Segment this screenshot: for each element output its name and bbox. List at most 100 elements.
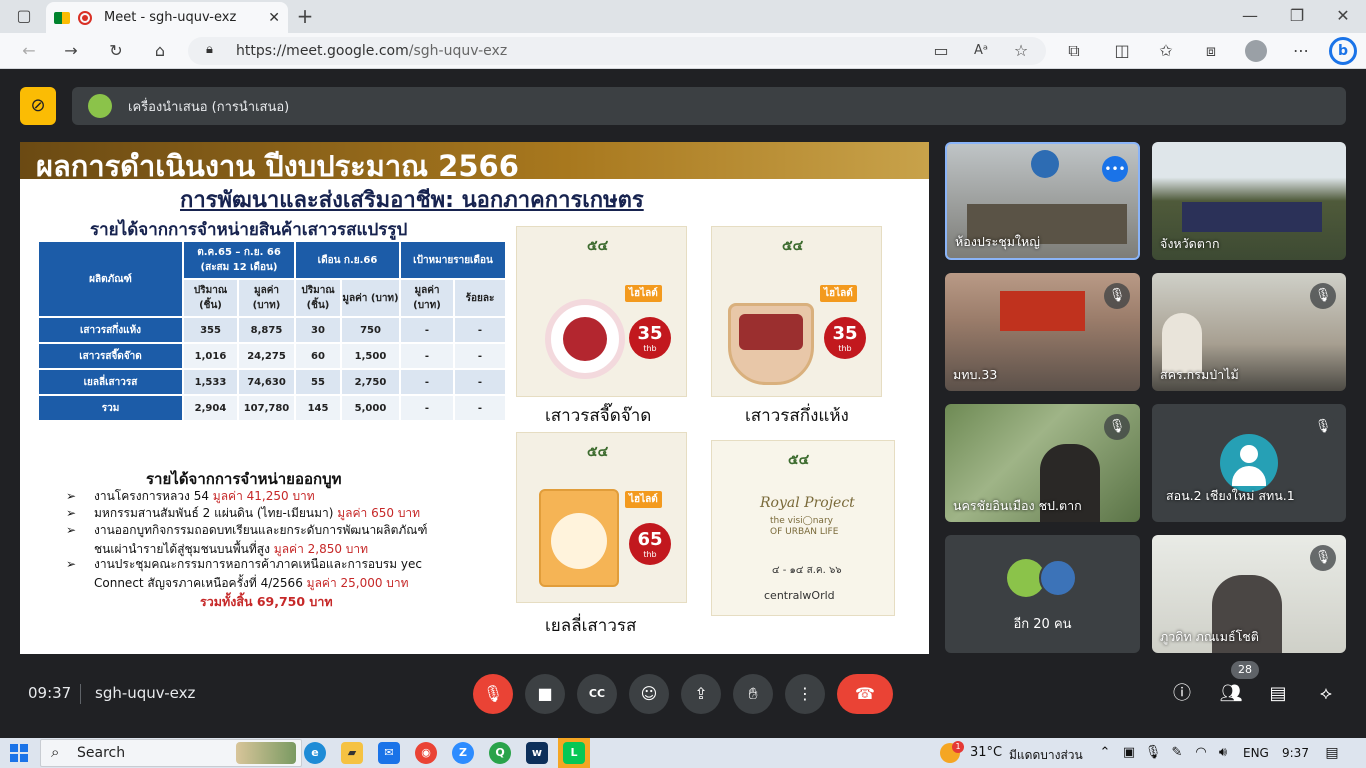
poster-line: the visi◯nary	[770, 516, 833, 526]
back-icon[interactable]: ←	[18, 37, 40, 65]
tray-mic-icon[interactable]: 🎙︎	[1144, 739, 1162, 767]
emoji-icon: ☺	[640, 684, 658, 703]
speaking-indicator-icon: •••	[1102, 156, 1128, 182]
royal-project-logo: ๕๔	[788, 452, 810, 468]
meeting-code: sgh-uquv-exz	[95, 684, 196, 702]
poster-line: OF URBAN LIFE	[770, 527, 839, 537]
present-screen-icon: ⇪	[694, 684, 708, 703]
split-screen-icon[interactable]: ◫	[1111, 37, 1133, 65]
table-cell: 2,750	[340, 368, 401, 396]
notifications-icon[interactable]: ▤	[1322, 739, 1342, 767]
webex-icon[interactable]: w	[526, 742, 548, 764]
divider	[80, 684, 81, 704]
profile-avatar[interactable]	[1245, 40, 1267, 62]
royal-project-logo: ๕๔	[782, 238, 804, 254]
product-label: เสาวรสจี๊ดจ๊าด	[545, 406, 652, 426]
table-cell: 750	[340, 316, 401, 344]
participant-name: มทบ.33	[953, 367, 998, 382]
chrome-icon[interactable]: ◉	[415, 742, 437, 764]
participant-tile[interactable]: 🎙︎ นครชัยอินเมือง ชป.ตาก	[945, 404, 1140, 522]
table-cell: 355	[182, 316, 239, 344]
participant-tile[interactable]: ••• ห้องประชุมใหญ่	[945, 142, 1140, 260]
table-cell: 30	[294, 316, 342, 344]
favorites-icon[interactable]: ✩	[1155, 37, 1177, 65]
leave-call-button[interactable]: ☎︎	[837, 674, 893, 714]
people-icon[interactable]: 👥︎	[1218, 680, 1244, 708]
restore-icon[interactable]: ❐	[1287, 2, 1307, 30]
forward-icon[interactable]: →	[60, 37, 82, 65]
participant-avatar	[1039, 559, 1077, 597]
participant-tile[interactable]: 🎙︎ สอน.2 เชียงใหม่ สทน.1	[1152, 404, 1346, 522]
read-aloud-icon[interactable]: Aᵃ	[970, 37, 992, 65]
wifi-icon[interactable]: ◠	[1192, 739, 1210, 767]
chat-icon[interactable]: ▤	[1266, 680, 1290, 708]
poster-brand: centralwOrld	[764, 589, 835, 602]
mic-off-icon: 🎙︎	[482, 684, 504, 703]
highlight-badge: ไฮไลต์	[625, 491, 662, 508]
captions-button[interactable]: CC	[577, 674, 617, 714]
participant-tile[interactable]: 🎙︎ มทบ.33	[945, 273, 1140, 391]
table-cell: เสาวรสกึ่งแห้ง	[37, 316, 184, 344]
captions-icon: CC	[588, 687, 606, 700]
stop-presenting-icon[interactable]: ⊘	[20, 87, 56, 125]
file-explorer-icon[interactable]: ▰	[341, 742, 363, 764]
line-icon[interactable]: L	[563, 742, 585, 764]
table-cell: 60	[294, 342, 342, 370]
product-cup	[728, 303, 814, 385]
product-jar	[545, 299, 625, 379]
tray-app-icon[interactable]: ▣	[1120, 739, 1138, 767]
app-q-icon[interactable]: Q	[489, 742, 511, 764]
url-field[interactable]: 🔒︎ https://meet.google.com/sgh-uquv-exz	[188, 37, 1046, 65]
home-icon[interactable]: ⌂	[149, 37, 171, 65]
present-button[interactable]: ⇪	[681, 674, 721, 714]
camera-indicator-icon[interactable]: ▭	[930, 37, 952, 65]
weather-icon[interactable]: 1	[940, 741, 964, 763]
table-cell: 8,875	[237, 316, 296, 344]
close-window-icon[interactable]: ✕	[1333, 2, 1353, 30]
participant-tile-more[interactable]: อีก 20 คน	[945, 535, 1140, 653]
mic-toggle-button[interactable]: 🎙︎	[473, 674, 513, 714]
new-tab-icon[interactable]: +	[295, 2, 315, 30]
participant-tile[interactable]: จังหวัดตาก	[1152, 142, 1346, 260]
favorite-star-icon[interactable]: ☆	[1010, 37, 1032, 65]
collections-icon[interactable]: ⧈	[1200, 37, 1222, 65]
raise-hand-button[interactable]: ✋︎	[733, 674, 773, 714]
info-icon[interactable]: ⓘ	[1170, 680, 1194, 708]
participant-tile[interactable]: 🎙︎ ภูวดิท ภณเมธ์โชติ	[1152, 535, 1346, 653]
more-menu-icon[interactable]: ⋯	[1290, 37, 1312, 65]
camera-toggle-button[interactable]: ■	[525, 674, 565, 714]
emoji-button[interactable]: ☺	[629, 674, 669, 714]
arrow-bullet-icon: ➢	[66, 506, 77, 520]
tab-actions-icon[interactable]: ▢	[12, 2, 36, 30]
input-language[interactable]: ENG	[1243, 746, 1269, 760]
muted-mic-icon: 🎙︎	[1104, 283, 1130, 309]
more-vert-icon: ⋮	[797, 684, 813, 703]
activities-icon[interactable]: ⟡	[1314, 680, 1338, 708]
reload-icon[interactable]: ↻	[105, 37, 127, 65]
tab-close-icon[interactable]: ✕	[268, 10, 280, 26]
table-subheader: มูลค่า (บาท)	[237, 278, 296, 318]
more-options-button[interactable]: ⋮	[785, 674, 825, 714]
arrow-bullet-icon: ➢	[66, 557, 77, 571]
bing-copilot-icon[interactable]: b	[1329, 37, 1357, 65]
table-row: เสาวรสจี๊ดจ๊าด 1,016 24,275 60 1,500 - -	[37, 342, 507, 370]
minimize-icon[interactable]: —	[1240, 2, 1260, 30]
windows-start-icon[interactable]	[10, 744, 28, 762]
participant-count-badge: 28	[1231, 661, 1259, 679]
table-cell: เสาวรสจี๊ดจ๊าด	[37, 342, 184, 370]
mail-icon[interactable]: ✉︎	[378, 742, 400, 764]
table-cell: 1,016	[182, 342, 239, 370]
edge-icon[interactable]: e	[304, 742, 326, 764]
weather-temp: 31°C	[970, 745, 1003, 760]
url-path: /sgh-uquv-exz	[408, 43, 508, 59]
participant-tile[interactable]: 🎙︎ สคร.กรมป่าไม้	[1152, 273, 1346, 391]
volume-icon[interactable]: 🔊︎	[1214, 739, 1232, 767]
taskbar-clock[interactable]: 9:37	[1282, 746, 1309, 760]
tray-pen-icon[interactable]: ✎	[1168, 739, 1186, 767]
price-badge: 65 thb	[629, 523, 671, 565]
browser-tab[interactable]: Meet - sgh-uquv-exz ✕	[46, 2, 288, 33]
table-subheader: มูลค่า (บาท)	[399, 278, 455, 318]
tray-chevron-icon[interactable]: ⌃	[1096, 739, 1114, 767]
extensions-icon[interactable]: ⧉	[1063, 37, 1085, 65]
zoom-icon[interactable]: Z	[452, 742, 474, 764]
